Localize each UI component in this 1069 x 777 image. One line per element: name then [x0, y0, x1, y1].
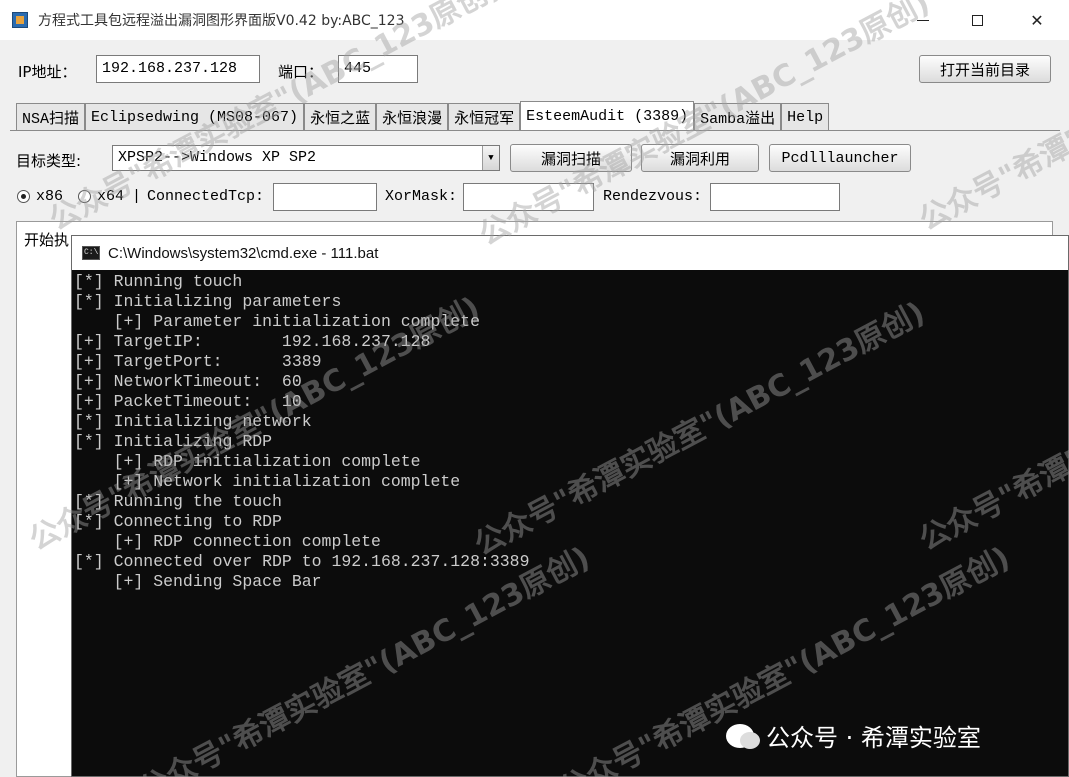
console-line: [+] TargetIP: 192.168.237.128	[74, 332, 431, 351]
target-type-label: 目标类型:	[16, 152, 82, 170]
x86-radio[interactable]	[17, 190, 30, 203]
console-line: [+] RDP connection complete	[74, 532, 381, 551]
tab-divider	[10, 130, 1060, 131]
console-line: [*] Initializing network	[74, 412, 312, 431]
watermark-brand: 公众号 · 希潭实验室	[726, 718, 981, 753]
cmd-console-output: [*] Running touch [*] Initializing param…	[74, 272, 1064, 772]
cmd-title: C:\Windows\system32\cmd.exe - 111.bat	[108, 244, 379, 262]
connected-tcp-label: ConnectedTcp:	[147, 188, 265, 205]
tab-eclipsedwing[interactable]: Eclipsedwing (MS08-067)	[85, 103, 305, 130]
console-line: [*] Initializing RDP	[74, 432, 273, 451]
maximize-button[interactable]	[954, 0, 1000, 40]
wechat-icon	[726, 723, 760, 749]
cmd-title-bar: C:\ C:\Windows\system32\cmd.exe - 111.ba…	[72, 236, 1068, 270]
vuln-exploit-button[interactable]: 漏洞利用	[641, 144, 759, 172]
title-bar: 方程式工具包远程溢出漏洞图形界面版V0.42 by:ABC_123 ✕	[0, 0, 1069, 40]
tab-eternalblue[interactable]: 永恒之蓝	[304, 103, 377, 130]
port-label: 端口：	[278, 63, 324, 81]
target-type-value: XPSP2-->Windows XP SP2	[118, 149, 317, 166]
console-line: [*] Connecting to RDP	[74, 512, 282, 531]
close-button[interactable]: ✕	[1014, 0, 1060, 40]
rendezvous-input[interactable]	[710, 183, 840, 211]
close-icon: ✕	[1030, 10, 1044, 30]
tab-eternalchampion[interactable]: 永恒冠军	[448, 103, 521, 130]
console-line: [*] Initializing parameters	[74, 292, 342, 311]
x86-label: x86	[36, 188, 64, 205]
tab-samba-overflow[interactable]: Samba溢出	[694, 103, 782, 130]
x64-label: x64	[97, 188, 125, 205]
minimize-button[interactable]	[900, 0, 946, 40]
vuln-scan-button[interactable]: 漏洞扫描	[510, 144, 632, 172]
window-title: 方程式工具包远程溢出漏洞图形界面版V0.42 by:ABC_123	[38, 13, 405, 29]
console-line: [+] RDP initialization complete	[74, 452, 421, 471]
ip-label: IP地址：	[18, 63, 77, 81]
console-line: [+] Sending Space Bar	[74, 572, 322, 591]
output-text: 开始执	[24, 231, 70, 249]
tab-esteemaudit[interactable]: EsteemAudit (3389)	[520, 101, 695, 130]
xormask-input[interactable]	[463, 183, 594, 211]
maximize-icon	[971, 14, 983, 26]
watermark-brand-text: 公众号 · 希潭实验室	[766, 724, 981, 752]
java-app-icon	[12, 12, 28, 28]
console-line: [*] Connected over RDP to 192.168.237.12…	[74, 552, 530, 571]
console-line: [+] TargetPort: 3389	[74, 352, 322, 371]
tab-nsa-scan[interactable]: NSA扫描	[16, 103, 86, 130]
minimize-icon	[917, 19, 929, 21]
tab-bar: NSA扫描 Eclipsedwing (MS08-067) 永恒之蓝 永恒浪漫 …	[16, 101, 830, 130]
options-separator: |	[132, 188, 142, 205]
open-directory-button[interactable]: 打开当前目录	[919, 55, 1051, 83]
chevron-down-icon[interactable]: ▼	[482, 146, 499, 170]
port-input[interactable]: 445	[338, 55, 418, 83]
tab-help[interactable]: Help	[781, 103, 830, 130]
cmd-icon: C:\	[82, 246, 100, 260]
target-type-select[interactable]: XPSP2-->Windows XP SP2 ▼	[112, 145, 500, 171]
xormask-label: XorMask:	[385, 188, 458, 205]
console-line: [+] Network initialization complete	[74, 472, 461, 491]
rendezvous-label: Rendezvous:	[603, 188, 703, 205]
tab-eternalromance[interactable]: 永恒浪漫	[376, 103, 449, 130]
pcdlllauncher-button[interactable]: Pcdlllauncher	[769, 144, 911, 172]
console-line: [+] NetworkTimeout: 60	[74, 372, 302, 391]
cmd-window[interactable]: C:\ C:\Windows\system32\cmd.exe - 111.ba…	[71, 235, 1069, 777]
connected-tcp-input[interactable]	[273, 183, 377, 211]
console-line: [*] Running the touch	[74, 492, 282, 511]
x64-radio[interactable]	[78, 190, 91, 203]
console-line: [+] Parameter initialization complete	[74, 312, 480, 331]
console-line: [+] PacketTimeout: 10	[74, 392, 302, 411]
ip-input[interactable]: 192.168.237.128	[96, 55, 260, 83]
console-line: [*] Running touch	[74, 272, 243, 291]
